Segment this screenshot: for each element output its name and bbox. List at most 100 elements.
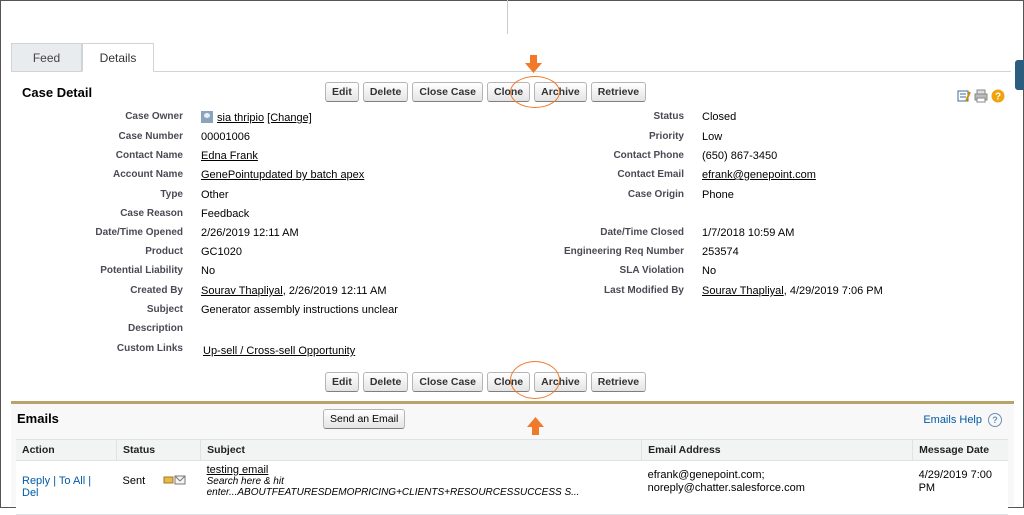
field-value-case-reason: Feedback (201, 208, 250, 220)
close-case-button-bottom[interactable]: Close Case (412, 372, 483, 392)
field-label-case-owner: Case Owner (125, 111, 183, 122)
created-by-date: , 2/26/2019 12:11 AM (282, 285, 387, 297)
emails-help: Emails Help? (923, 413, 1002, 427)
field-value-sla-violation: No (702, 265, 717, 277)
side-panel-handle[interactable] (1015, 60, 1024, 90)
bottom-button-bar: Edit Delete Close Case Clone Archive Ret… (325, 372, 647, 392)
email-row-date: 4/29/2019 7:00 PM (912, 460, 1008, 515)
contact-email-link[interactable]: efrank@genepoint.com (702, 169, 816, 181)
edit-button-bottom[interactable]: Edit (325, 372, 359, 392)
last-modified-link[interactable]: Sourav Thapliyal (702, 285, 784, 297)
field-value-case-owner: sia thripio [Change] (201, 111, 312, 124)
contact-name-link[interactable]: Edna Frank (201, 150, 258, 162)
field-label-date-opened: Date/Time Opened (95, 227, 183, 238)
last-modified-date: , 4/29/2019 7:06 PM (783, 285, 883, 297)
close-case-button[interactable]: Close Case (412, 82, 483, 102)
reply-all-link[interactable]: To All (59, 475, 85, 487)
upsell-link[interactable]: Up-sell / Cross-sell Opportunity (203, 345, 355, 357)
action-separator: | (88, 475, 92, 487)
column-header-message-date: Message Date (912, 439, 1008, 461)
field-label-engineering-req: Engineering Req Number (563, 246, 684, 257)
email-row-address: efrank@genepoint.com; noreply@chatter.sa… (641, 460, 913, 515)
field-label-sla-violation: SLA Violation (619, 265, 684, 276)
retrieve-button-bottom[interactable]: Retrieve (590, 372, 647, 392)
field-label-subject: Subject (146, 304, 183, 315)
send-email-button[interactable]: Send an Email (323, 409, 406, 429)
field-label-contact-phone: Contact Phone (613, 150, 684, 161)
field-label-type: Type (160, 189, 183, 200)
field-value-status: Closed (702, 111, 737, 123)
column-header-attachments (161, 439, 202, 461)
down-arrow-icon (525, 55, 542, 73)
field-label-contact-name: Contact Name (115, 150, 183, 161)
email-snippet: Search here & hit enter...ABOUTFEATURESD… (206, 476, 580, 498)
emails-table: Action Status Subject Email Address Mess… (16, 439, 1008, 515)
archive-highlight-circle-bottom (510, 361, 560, 399)
field-label-description: Description (127, 323, 183, 334)
field-value-date-closed: 1/7/2018 10:59 AM (702, 227, 795, 239)
field-label-account-name: Account Name (112, 169, 183, 180)
field-label-priority: Priority (648, 131, 684, 142)
case-owner-link[interactable]: sia thripio (217, 112, 264, 124)
email-row-icons (161, 460, 201, 515)
email-subject-link[interactable]: testing email (207, 464, 636, 476)
tab-details[interactable]: Details (82, 43, 154, 72)
customize-page-icon[interactable] (957, 89, 971, 103)
email-row-actions: Reply | To All | Del (16, 460, 117, 515)
user-avatar-icon (201, 111, 213, 123)
account-name-link[interactable]: GenePointupdated by batch apex (201, 169, 364, 181)
field-value-date-opened: 2/26/2019 12:11 AM (201, 227, 299, 239)
tab-feed[interactable]: Feed (11, 43, 82, 71)
emails-panel: Emails Send an Email Emails Help? Action… (11, 401, 1014, 515)
field-value-case-origin: Phone (702, 189, 734, 201)
page-tools: ? (957, 89, 1005, 103)
edit-button[interactable]: Edit (325, 82, 359, 102)
field-value-engineering-req: 253574 (702, 246, 739, 258)
column-header-status: Status (116, 439, 162, 461)
field-value-case-number: 00001006 (201, 131, 250, 143)
field-value-contact-phone: (650) 867-3450 (702, 150, 778, 162)
delete-button-bottom[interactable]: Delete (362, 372, 409, 392)
field-value-product: GC1020 (201, 246, 242, 258)
field-label-last-modified: Last Modified By (603, 285, 684, 296)
emails-help-icon[interactable]: ? (988, 413, 1002, 427)
field-label-status: Status (653, 111, 684, 122)
column-header-email-address: Email Address (641, 439, 914, 461)
field-label-contact-email: Contact Email (617, 169, 684, 180)
field-label-date-closed: Date/Time Closed (600, 227, 684, 238)
help-icon[interactable]: ? (991, 89, 1005, 103)
email-sent-icon (163, 475, 186, 485)
created-by-link[interactable]: Sourav Thapliyal (201, 285, 283, 297)
field-label-custom-links: Custom Links (116, 343, 183, 354)
column-header-subject: Subject (200, 439, 643, 461)
action-separator: | (53, 475, 57, 487)
emails-title: Emails (17, 411, 59, 426)
top-divider (507, 0, 508, 34)
field-value-subject: Generator assembly instructions unclear (201, 304, 398, 316)
field-value-priority: Low (702, 131, 723, 143)
field-label-case-reason: Case Reason (120, 208, 183, 219)
field-label-potential-liability: Potential Liability (100, 265, 183, 276)
svg-text:?: ? (995, 92, 1001, 103)
change-owner-link[interactable]: [Change] (267, 112, 312, 124)
archive-highlight-circle-top (510, 76, 560, 108)
field-value-potential-liability: No (201, 265, 216, 277)
retrieve-button[interactable]: Retrieve (590, 82, 647, 102)
email-row-status: Sent (116, 460, 162, 515)
field-label-case-number: Case Number (118, 131, 183, 142)
reply-link[interactable]: Reply (22, 475, 50, 487)
email-row-subject: testing email Search here & hit enter...… (200, 460, 642, 515)
field-value-created-by: Sourav Thapliyal, 2/26/2019 12:11 AM (201, 285, 387, 297)
column-header-action: Action (16, 439, 117, 461)
emails-help-link[interactable]: Emails Help (923, 414, 982, 426)
top-button-bar: Edit Delete Close Case Clone Archive Ret… (325, 82, 647, 102)
delete-button[interactable]: Delete (362, 82, 409, 102)
field-label-created-by: Created By (130, 285, 183, 296)
delete-link[interactable]: Del (22, 487, 39, 499)
emails-header-row: Action Status Subject Email Address Mess… (16, 439, 1008, 461)
field-value-type: Other (201, 189, 229, 201)
table-row: Reply | To All | Del Sent testing email (16, 460, 1008, 515)
case-detail-title: Case Detail (22, 85, 93, 100)
up-arrow-icon (527, 417, 544, 435)
printer-icon[interactable] (974, 89, 988, 103)
